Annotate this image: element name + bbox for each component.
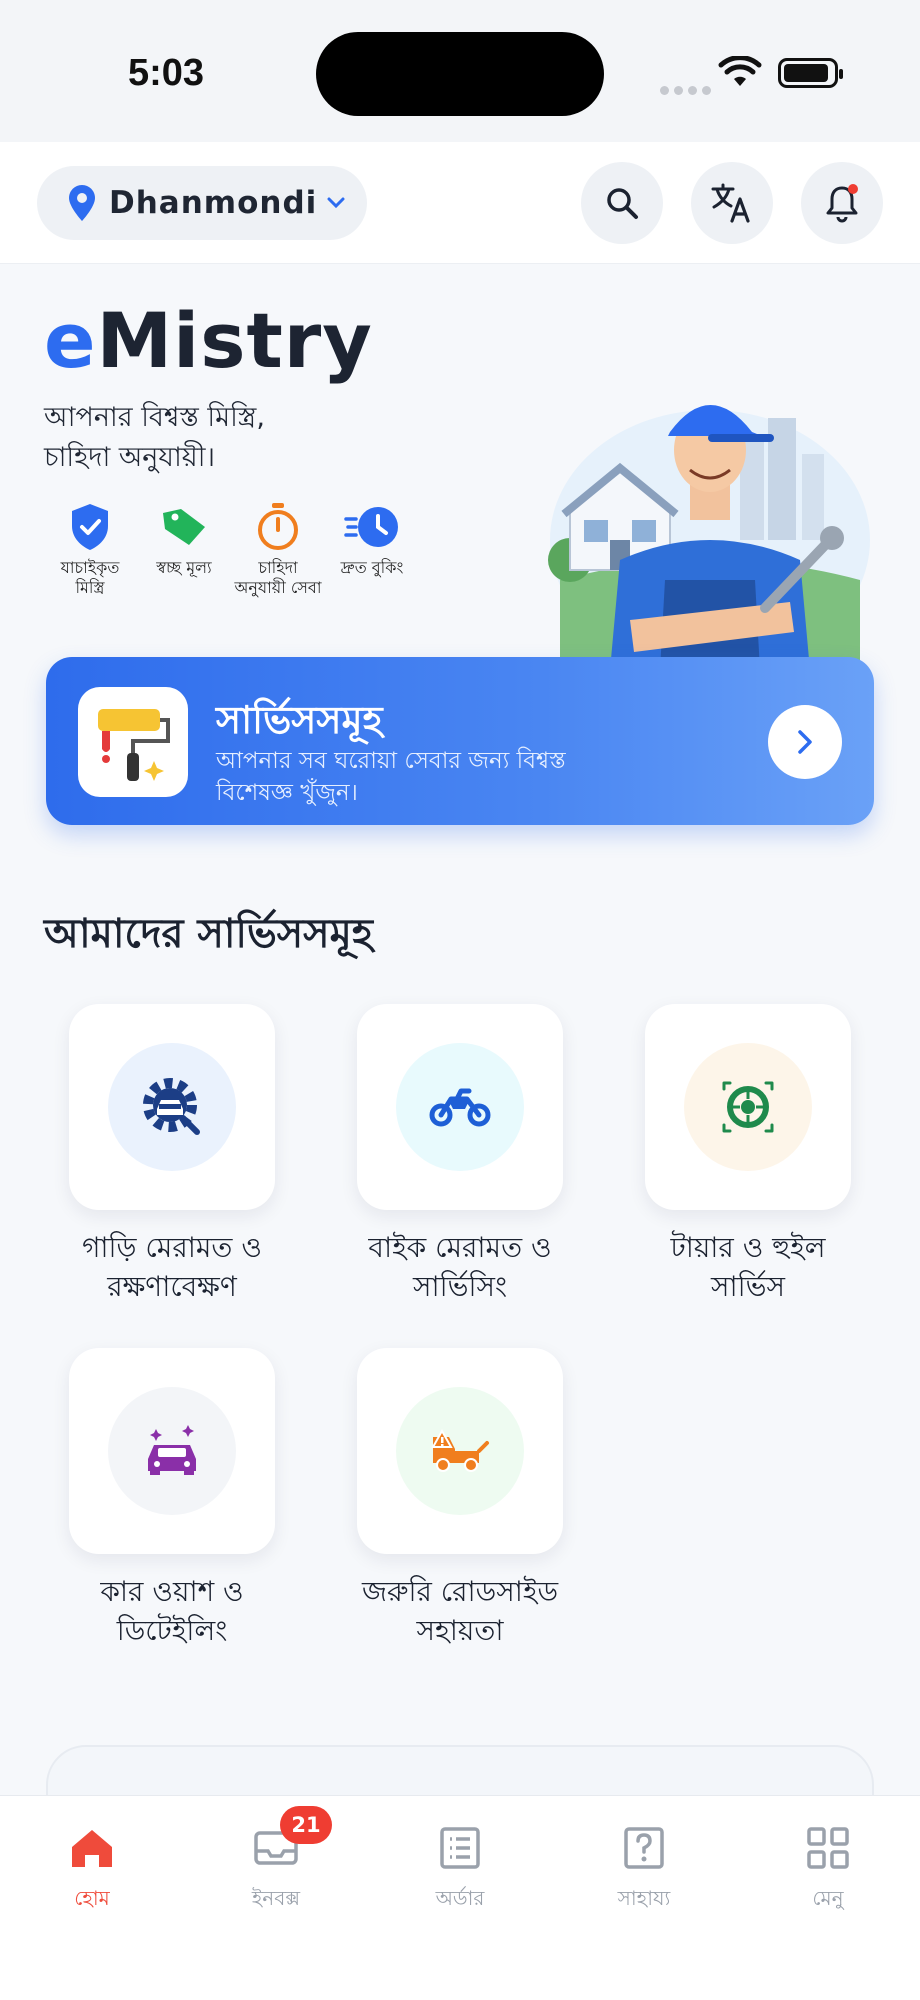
fast-clock-icon bbox=[344, 507, 398, 547]
nav-home[interactable]: হোম bbox=[22, 1818, 162, 1917]
tire-wheel-icon bbox=[722, 1081, 774, 1133]
shield-check-icon bbox=[72, 504, 108, 550]
inbox-badge: 21 bbox=[280, 1806, 332, 1844]
bell-icon bbox=[826, 184, 858, 223]
search-icon bbox=[607, 188, 638, 219]
menu-grid-icon bbox=[807, 1827, 849, 1869]
service-car-wash[interactable]: কার ওয়াশ ও ডিটেইলিং bbox=[52, 1348, 292, 1650]
feature-badges: যাচাইকৃত মিস্ত্রি স্বচ্ছ মূল্য চাহিদা অন… bbox=[44, 500, 420, 598]
nav-help[interactable]: সাহায্য bbox=[574, 1818, 714, 1917]
home-icon bbox=[72, 1830, 112, 1867]
status-time: 5:03 bbox=[128, 52, 205, 94]
feature-verified: যাচাইকৃত মিস্ত্রি bbox=[44, 500, 136, 598]
signal-dots-icon bbox=[660, 80, 716, 99]
service-tire-wheel[interactable]: টায়ার ও হুইল সার্ভিস bbox=[628, 1004, 868, 1306]
section-title: আমাদের সার্ভিসসমূহ bbox=[44, 911, 373, 957]
nav-orders[interactable]: অর্ডার bbox=[390, 1818, 530, 1917]
banner-arrow-button[interactable] bbox=[768, 705, 842, 779]
battery-icon bbox=[778, 58, 843, 88]
feature-fast-booking: দ্রুত বুকিং bbox=[326, 500, 418, 598]
location-selector[interactable]: Dhanmondi bbox=[37, 166, 367, 240]
help-icon bbox=[624, 1827, 664, 1869]
paint-roller-icon bbox=[78, 687, 188, 797]
camera-notch bbox=[316, 32, 604, 116]
orders-list-icon bbox=[440, 1827, 480, 1869]
service-bike-repair[interactable]: বাইক মেরামত ও সার্ভিসিং bbox=[340, 1004, 580, 1306]
notifications-button[interactable] bbox=[801, 162, 883, 244]
car-wash-icon bbox=[148, 1425, 196, 1475]
translate-icon bbox=[711, 183, 750, 223]
wifi-icon bbox=[718, 56, 762, 86]
price-tag-icon bbox=[163, 509, 205, 545]
feature-transparent-price: স্বচ্ছ মূল্য bbox=[138, 500, 230, 598]
feature-on-demand: চাহিদা অনুযায়ী সেবা bbox=[232, 500, 324, 598]
location-pin-icon bbox=[69, 185, 95, 221]
mechanic-illustration bbox=[548, 405, 870, 670]
chevron-right-icon bbox=[798, 730, 812, 754]
language-button[interactable] bbox=[691, 162, 773, 244]
chevron-down-icon bbox=[327, 197, 345, 209]
status-bar: 5:03 bbox=[0, 0, 920, 142]
services-banner[interactable]: সার্ভিসসমূহ আপনার সব ঘরোয়া সেবার জন্য ব… bbox=[46, 657, 874, 825]
bottom-nav: হোম 21 ইনবক্স অর্ডার সাহায্য মেনু bbox=[0, 1795, 920, 2000]
motorbike-icon bbox=[429, 1088, 491, 1127]
top-header: Dhanmondi bbox=[0, 142, 920, 264]
location-label: Dhanmondi bbox=[109, 185, 318, 221]
banner-subtitle: আপনার সব ঘরোয়া সেবার জন্য বিশ্বস্ত বিশে… bbox=[216, 748, 566, 806]
service-roadside-assistance[interactable]: জরুরি রোডসাইড সহায়তা bbox=[340, 1348, 580, 1650]
tow-truck-icon bbox=[431, 1428, 489, 1472]
brand-logo-text: eMistry bbox=[44, 296, 373, 385]
hero-tagline: আপনার বিশ্বস্ত মিস্ত্রি, চাহিদা অনুযায়ী… bbox=[44, 402, 265, 473]
search-button[interactable] bbox=[581, 162, 663, 244]
car-repair-icon bbox=[143, 1078, 200, 1135]
nav-menu[interactable]: মেনু bbox=[758, 1818, 898, 1917]
nav-inbox[interactable]: 21 ইনবক্স bbox=[206, 1806, 346, 1917]
service-car-repair[interactable]: গাড়ি মেরামত ও রক্ষণাবেক্ষণ bbox=[52, 1004, 292, 1306]
stopwatch-icon bbox=[258, 503, 298, 550]
